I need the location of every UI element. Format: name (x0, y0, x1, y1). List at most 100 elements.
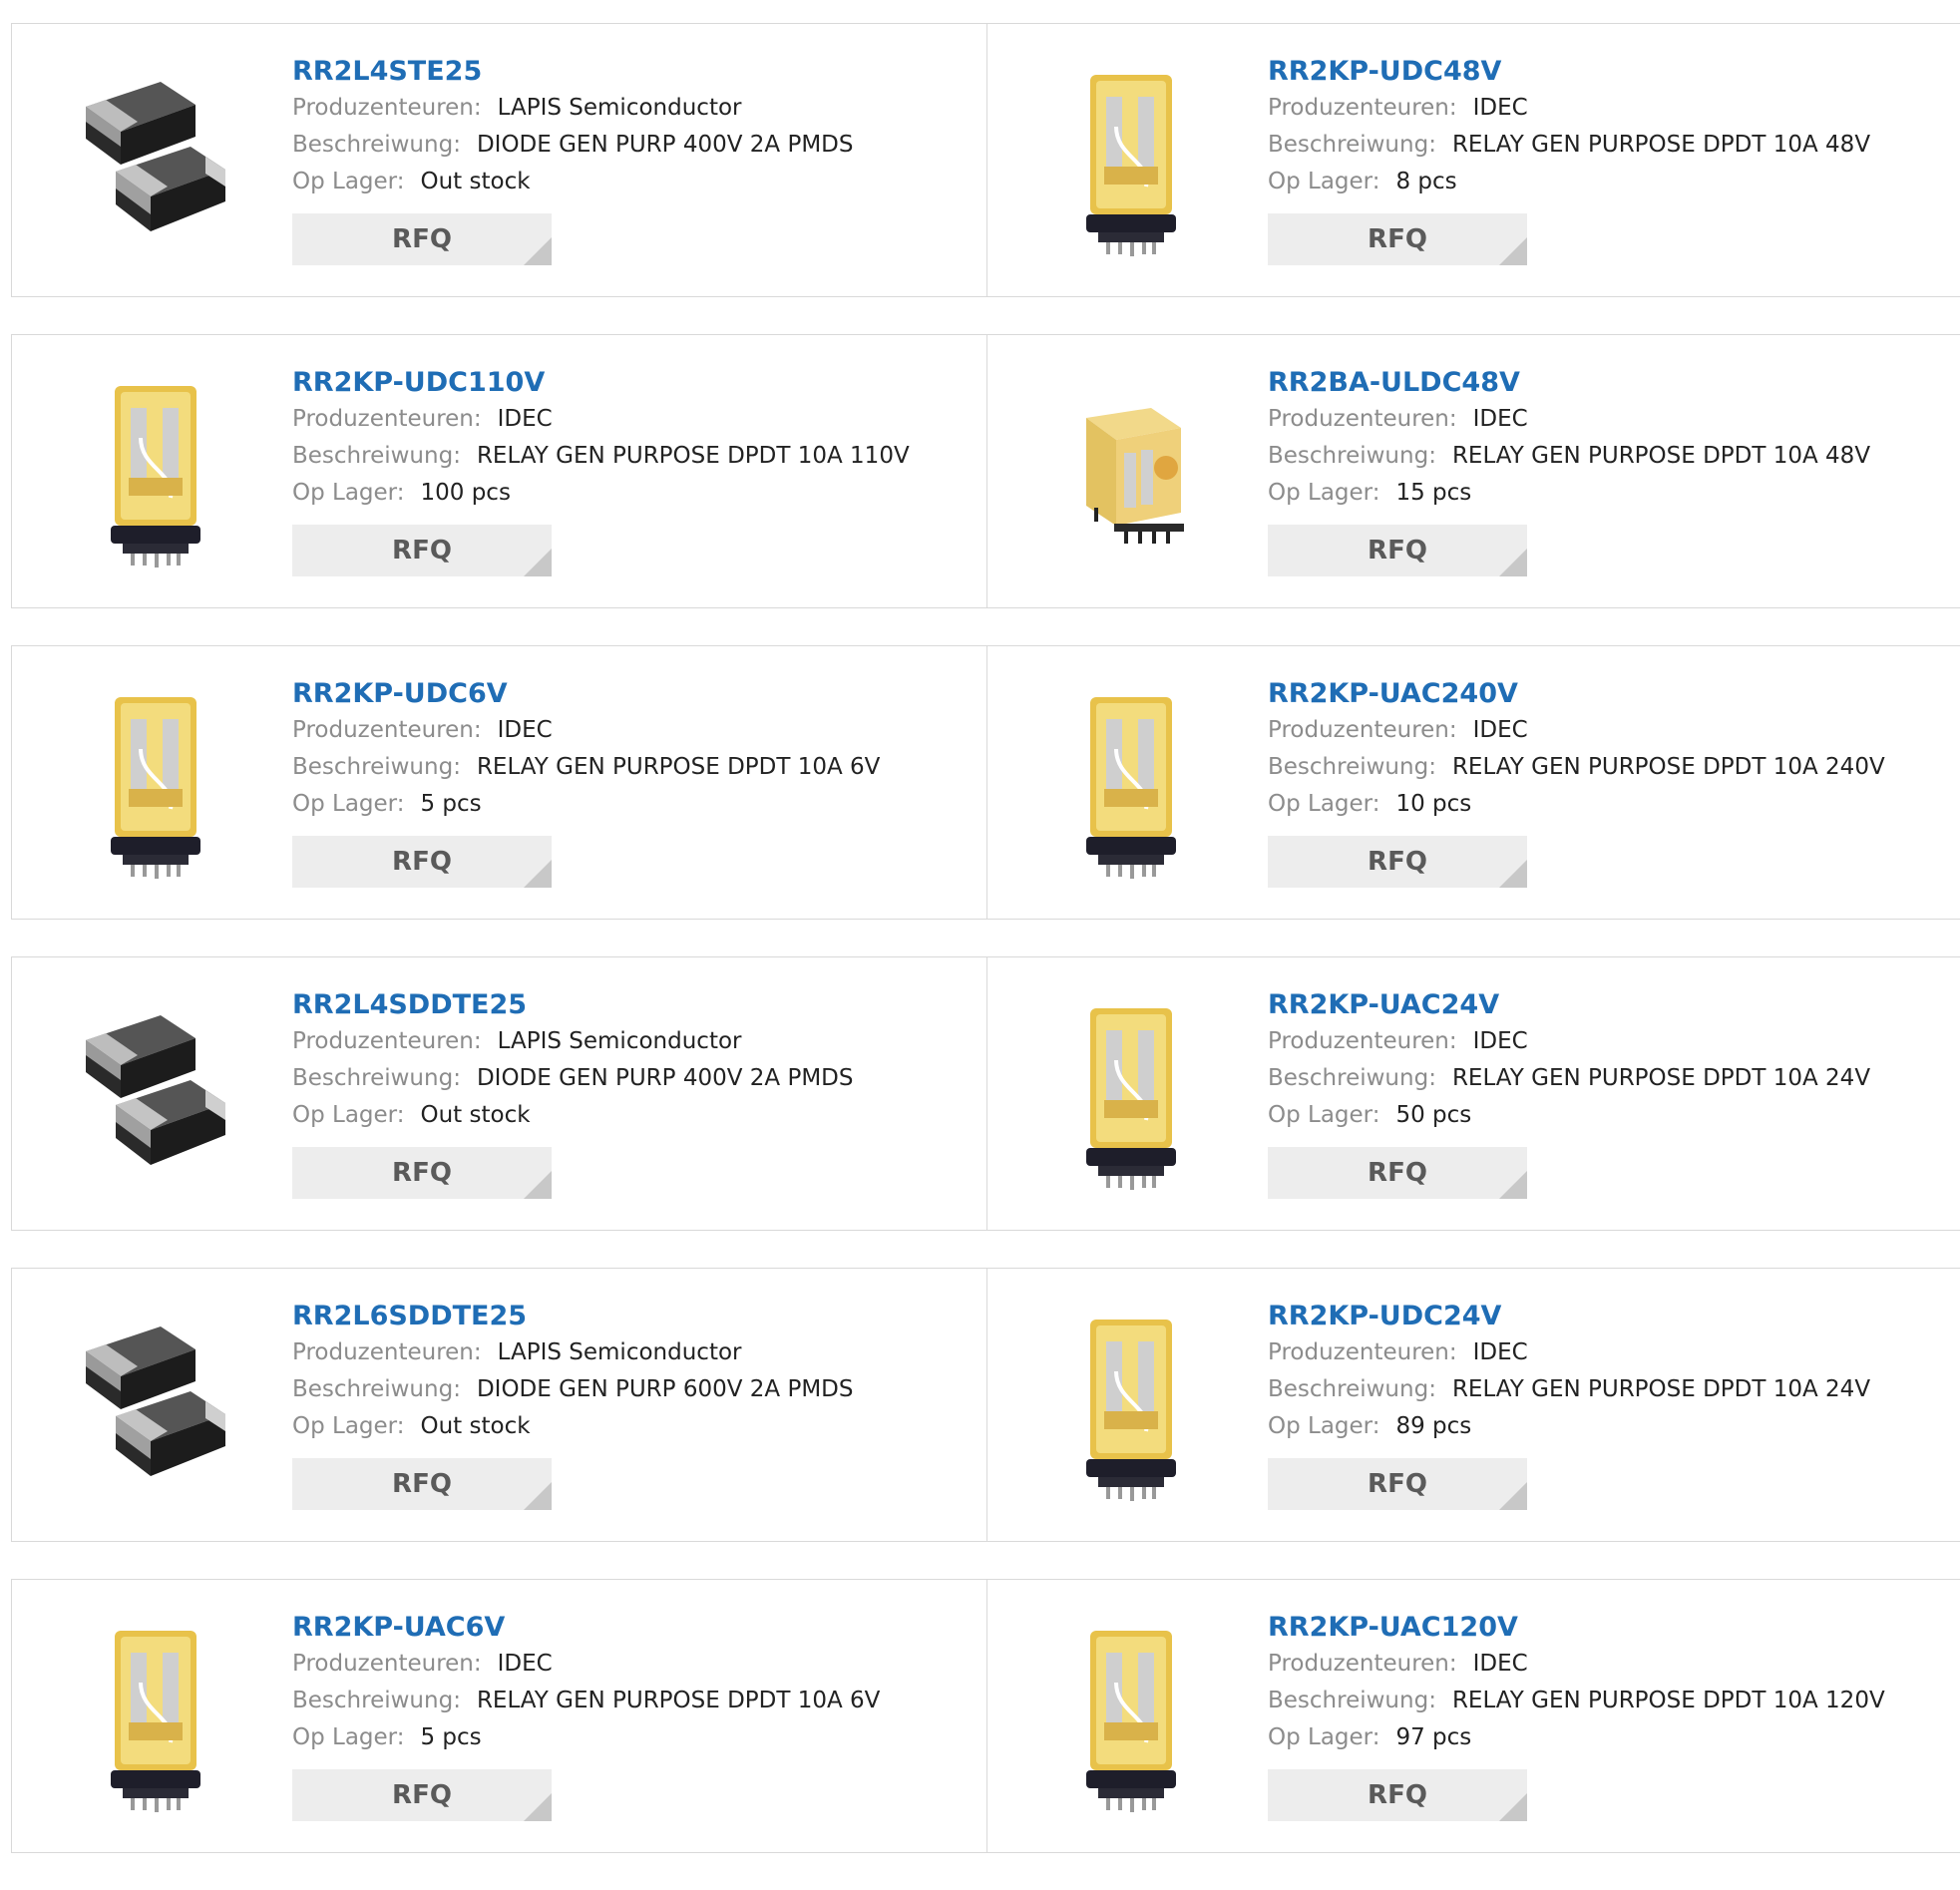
rfq-label: RFQ (1368, 1158, 1427, 1188)
manufacturer-value: IDEC (1472, 406, 1528, 432)
product-card: RR2L4STE25 Produzenteuren: LAPIS Semicond… (12, 24, 987, 296)
part-number-link[interactable]: RR2L4SDDTE25 (292, 987, 977, 1023)
product-card: RR2KP-UAC24V Produzenteuren: IDEC Beschre… (987, 957, 1960, 1230)
stock-label: Op Lager: (1268, 791, 1380, 817)
relay-icon (111, 386, 200, 567)
manufacturer-value: IDEC (1472, 95, 1528, 121)
description-value: DIODE GEN PURP 400V 2A PMDS (476, 132, 854, 158)
product-row: RR2L4STE25 Produzenteuren: LAPIS Semicond… (11, 23, 1960, 297)
product-image[interactable] (56, 1309, 255, 1504)
rfq-label: RFQ (392, 224, 452, 254)
product-image[interactable] (1031, 1309, 1231, 1504)
rfq-button[interactable]: RFQ (1268, 1769, 1527, 1821)
product-image[interactable] (56, 375, 255, 570)
stock-row: Op Lager: 8 pcs (1268, 164, 1952, 200)
part-number-link[interactable]: RR2KP-UAC240V (1268, 676, 1952, 712)
relay-icon (1086, 1320, 1176, 1501)
corner-triangle-icon (524, 1793, 552, 1821)
product-row: RR2KP-UAC6V Produzenteuren: IDEC Beschrei… (11, 1579, 1960, 1853)
manufacturer-value: IDEC (1472, 1651, 1528, 1677)
description-row: Beschreiwung: DIODE GEN PURP 600V 2A PMDS (292, 1371, 977, 1408)
rfq-button[interactable]: RFQ (292, 213, 552, 265)
manufacturer-label: Produzenteuren: (292, 406, 482, 432)
stock-row: Op Lager: Out stock (292, 164, 977, 200)
stock-row: Op Lager: Out stock (292, 1408, 977, 1445)
description-value: RELAY GEN PURPOSE DPDT 10A 120V (1451, 1688, 1885, 1713)
manufacturer-row: Produzenteuren: IDEC (292, 401, 977, 438)
part-number-link[interactable]: RR2KP-UDC48V (1268, 54, 1952, 90)
product-image[interactable] (56, 1620, 255, 1815)
part-number-link[interactable]: RR2L6SDDTE25 (292, 1299, 977, 1334)
product-image[interactable] (1031, 1620, 1231, 1815)
rfq-label: RFQ (392, 536, 452, 566)
rfq-button[interactable]: RFQ (1268, 1458, 1527, 1510)
product-image[interactable] (1031, 997, 1231, 1193)
part-number-link[interactable]: RR2KP-UDC110V (292, 365, 977, 401)
description-label: Beschreiwung: (292, 754, 461, 780)
product-image[interactable] (56, 686, 255, 882)
product-image[interactable] (1031, 686, 1231, 882)
manufacturer-label: Produzenteuren: (1268, 1651, 1457, 1677)
rfq-label: RFQ (1368, 224, 1427, 254)
stock-value: 5 pcs (420, 1724, 482, 1750)
product-image[interactable] (56, 997, 255, 1193)
description-value: RELAY GEN PURPOSE DPDT 10A 24V (1451, 1065, 1871, 1091)
stock-row: Op Lager: 97 pcs (1268, 1719, 1952, 1756)
product-image[interactable] (56, 64, 255, 259)
smd-diode-icon (86, 82, 225, 231)
manufacturer-value: LAPIS Semiconductor (497, 95, 742, 121)
description-value: RELAY GEN PURPOSE DPDT 10A 24V (1451, 1376, 1871, 1402)
part-number-link[interactable]: RR2L4STE25 (292, 54, 977, 90)
part-number-link[interactable]: RR2KP-UAC6V (292, 1610, 977, 1646)
description-label: Beschreiwung: (1268, 1688, 1436, 1713)
description-value: DIODE GEN PURP 600V 2A PMDS (476, 1376, 854, 1402)
description-label: Beschreiwung: (292, 132, 461, 158)
part-number-link[interactable]: RR2BA-ULDC48V (1268, 365, 1952, 401)
rfq-button[interactable]: RFQ (1268, 1147, 1527, 1199)
rfq-button[interactable]: RFQ (1268, 836, 1527, 888)
product-image[interactable] (1031, 64, 1231, 259)
rfq-button[interactable]: RFQ (292, 1147, 552, 1199)
description-row: Beschreiwung: RELAY GEN PURPOSE DPDT 10A … (292, 438, 977, 475)
relay-icon (111, 1631, 200, 1812)
part-number-link[interactable]: RR2KP-UDC6V (292, 676, 977, 712)
part-number-link[interactable]: RR2KP-UDC24V (1268, 1299, 1952, 1334)
part-number-link[interactable]: RR2KP-UAC120V (1268, 1610, 1952, 1646)
product-card: RR2KP-UAC120V Produzenteuren: IDEC Beschr… (987, 1580, 1960, 1852)
relay-icon (111, 697, 200, 879)
manufacturer-label: Produzenteuren: (1268, 717, 1457, 743)
product-image[interactable] (1031, 375, 1231, 570)
product-row: RR2L4SDDTE25 Produzenteuren: LAPIS Semico… (11, 956, 1960, 1231)
manufacturer-row: Produzenteuren: IDEC (1268, 1023, 1952, 1060)
description-value: DIODE GEN PURP 400V 2A PMDS (476, 1065, 854, 1091)
stock-label: Op Lager: (292, 169, 405, 194)
stock-value: Out stock (420, 169, 531, 194)
rfq-button[interactable]: RFQ (1268, 213, 1527, 265)
corner-triangle-icon (1499, 1171, 1527, 1199)
rfq-button[interactable]: RFQ (292, 525, 552, 576)
manufacturer-label: Produzenteuren: (292, 95, 482, 121)
description-row: Beschreiwung: RELAY GEN PURPOSE DPDT 10A … (1268, 1683, 1952, 1719)
description-value: RELAY GEN PURPOSE DPDT 10A 48V (1451, 132, 1871, 158)
part-number-link[interactable]: RR2KP-UAC24V (1268, 987, 1952, 1023)
manufacturer-label: Produzenteuren: (292, 717, 482, 743)
manufacturer-row: Produzenteuren: IDEC (1268, 1646, 1952, 1683)
corner-triangle-icon (524, 1482, 552, 1510)
stock-value: Out stock (420, 1102, 531, 1128)
corner-triangle-icon (1499, 860, 1527, 888)
rfq-button[interactable]: RFQ (1268, 525, 1527, 576)
manufacturer-row: Produzenteuren: LAPIS Semiconductor (292, 1023, 977, 1060)
rfq-label: RFQ (392, 1780, 452, 1810)
corner-triangle-icon (1499, 549, 1527, 576)
product-row: RR2L6SDDTE25 Produzenteuren: LAPIS Semico… (11, 1268, 1960, 1542)
description-row: Beschreiwung: RELAY GEN PURPOSE DPDT 10A … (1268, 438, 1952, 475)
stock-row: Op Lager: 100 pcs (292, 475, 977, 512)
rfq-button[interactable]: RFQ (292, 1769, 552, 1821)
product-card: RR2KP-UDC24V Produzenteuren: IDEC Beschre… (987, 1269, 1960, 1541)
relay-icon (1086, 75, 1176, 256)
rfq-button[interactable]: RFQ (292, 1458, 552, 1510)
manufacturer-value: IDEC (1472, 717, 1528, 743)
relay-icon (1086, 1008, 1176, 1190)
relay-icon (1086, 697, 1176, 879)
rfq-button[interactable]: RFQ (292, 836, 552, 888)
